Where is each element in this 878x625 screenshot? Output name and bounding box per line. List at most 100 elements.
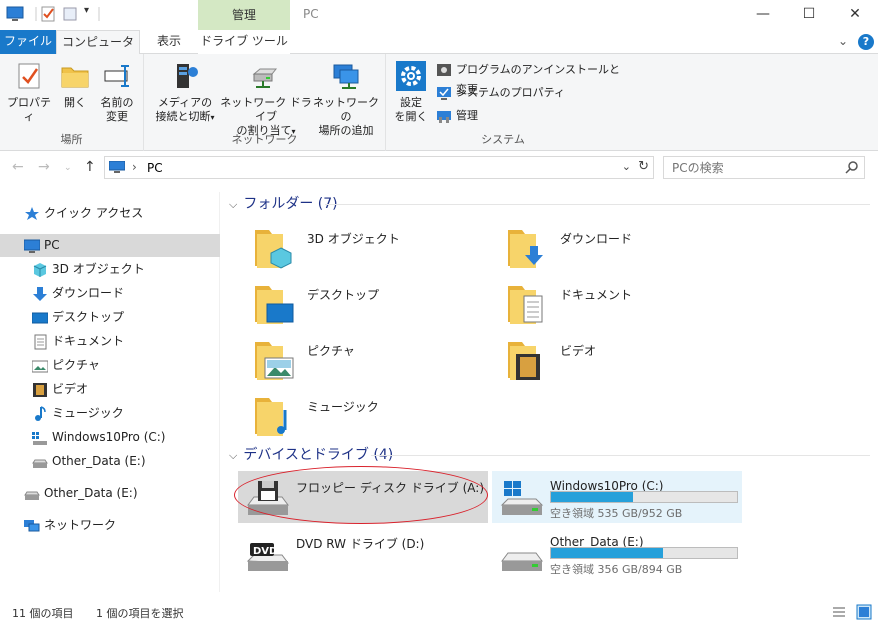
open-button[interactable]: 開く bbox=[56, 60, 94, 110]
drive-free-space: 空き領域 535 GB/952 GB bbox=[550, 507, 683, 520]
nav-pc[interactable]: PC bbox=[0, 234, 220, 257]
drive-dvd-rw-d[interactable]: DVD DVD RW ドライブ (D:) bbox=[238, 527, 488, 579]
nav-item-drive-c[interactable]: Windows10Pro (C:) bbox=[0, 426, 220, 449]
nav-quick-access[interactable]: クイック アクセス bbox=[0, 202, 220, 225]
folder-label: ドキュメント bbox=[560, 288, 633, 302]
media-server-icon bbox=[177, 64, 198, 88]
back-arrow-icon[interactable]: ← bbox=[12, 159, 24, 175]
nav-item-downloads[interactable]: ダウンロード bbox=[0, 282, 220, 305]
customize-qa-dropdown[interactable]: ▾ bbox=[84, 5, 89, 23]
picture-icon bbox=[32, 360, 48, 373]
separator-icon bbox=[98, 7, 100, 21]
download-arrow-icon bbox=[33, 287, 47, 301]
folder-3d-objects[interactable]: 3D オブジェクト bbox=[241, 222, 491, 274]
ribbon: プロパティ 開く 名前の 変更 場所 メディアの 接続と切断▾ ネットワーク ド… bbox=[0, 54, 878, 151]
uninstall-programs-button[interactable]: プログラムのアンインストールと変更 bbox=[436, 60, 620, 96]
close-button[interactable]: ✕ bbox=[832, 0, 878, 30]
folder-label: デスクトップ bbox=[307, 288, 380, 302]
manage-icon bbox=[437, 111, 451, 123]
recent-locations-chevron-icon[interactable]: ⌄ bbox=[64, 163, 72, 173]
map-network-drive-button[interactable]: ネットワーク ドライブ の割り当て▾ bbox=[220, 60, 312, 139]
add-network-location-button[interactable]: ネットワークの 場所の追加 bbox=[312, 60, 380, 138]
pc-icon[interactable] bbox=[6, 5, 24, 23]
tab-computer[interactable]: コンピューター bbox=[56, 30, 140, 72]
media-connect-button[interactable]: メディアの 接続と切断▾ bbox=[150, 60, 220, 125]
nav-network[interactable]: ネットワーク bbox=[0, 514, 220, 537]
collapse-ribbon-icon[interactable]: ⌄ bbox=[838, 34, 848, 48]
windows-drive-icon bbox=[32, 432, 47, 445]
devices-section-header[interactable]: ⌵ デバイスとドライブ (4) bbox=[229, 445, 393, 465]
folders-section-header[interactable]: ⌵ フォルダー (7) bbox=[229, 194, 338, 214]
folder-label: ミュージック bbox=[307, 400, 379, 414]
search-input[interactable] bbox=[672, 160, 842, 176]
nav-item-label: Other_Data (E:) bbox=[52, 454, 146, 468]
open-settings-button[interactable]: 設定 を開く bbox=[392, 60, 430, 124]
folder-music-icon bbox=[255, 398, 287, 436]
ribbon-tabs: ファイル コンピューター 表示 ドライブ ツール ⌄ ? bbox=[0, 30, 878, 82]
nav-other-data[interactable]: Other_Data (E:) bbox=[0, 482, 220, 505]
nav-quick-access-label: クイック アクセス bbox=[44, 206, 144, 220]
folder-videos[interactable]: ビデオ bbox=[494, 334, 744, 386]
status-bar: 11 個の項目 1 個の項目を選択 bbox=[0, 601, 878, 625]
network-drive-icon bbox=[252, 68, 278, 88]
nav-item-3d-objects[interactable]: 3D オブジェクト bbox=[0, 258, 220, 281]
properties-icon bbox=[18, 63, 40, 89]
nav-item-drive-e[interactable]: Other_Data (E:) bbox=[0, 450, 220, 473]
forward-arrow-icon[interactable]: → bbox=[38, 159, 50, 175]
breadcrumb-separator[interactable]: › bbox=[132, 160, 137, 174]
properties-qa-icon[interactable] bbox=[40, 5, 56, 23]
details-view-icon[interactable] bbox=[832, 605, 846, 619]
nav-item-desktop[interactable]: デスクトップ bbox=[0, 306, 220, 329]
maximize-button[interactable]: ☐ bbox=[786, 0, 832, 30]
tab-file[interactable]: ファイル bbox=[0, 30, 56, 54]
ribbon-group-system: 設定 を開く プログラムのアンインストールと変更 システムのプロパティ 管理 シ… bbox=[386, 54, 620, 151]
folder-downloads[interactable]: ダウンロード bbox=[494, 222, 744, 274]
rename-button[interactable]: 名前の 変更 bbox=[96, 60, 138, 124]
folder-label: ビデオ bbox=[560, 344, 597, 358]
search-box[interactable] bbox=[663, 156, 865, 179]
system-properties-button[interactable]: システムのプロパティ bbox=[436, 83, 565, 103]
minimize-button[interactable]: — bbox=[740, 0, 786, 30]
media-dropdown-icon: ▾ bbox=[210, 113, 215, 122]
uninstall-icon bbox=[437, 64, 451, 76]
drive-free-space: 空き領域 356 GB/894 GB bbox=[550, 563, 683, 576]
folder-desktop[interactable]: デスクトップ bbox=[241, 278, 491, 330]
help-icon[interactable]: ? bbox=[858, 34, 874, 50]
rename-label-1: 名前の bbox=[100, 96, 134, 109]
new-folder-qa-icon[interactable] bbox=[62, 5, 78, 23]
nav-item-videos[interactable]: ビデオ bbox=[0, 378, 220, 401]
folder-documents[interactable]: ドキュメント bbox=[494, 278, 744, 330]
dvd-badge: DVD bbox=[253, 546, 278, 557]
drive-usage-fill bbox=[551, 548, 663, 558]
properties-button[interactable]: プロパティ bbox=[4, 60, 54, 124]
cube-icon bbox=[33, 263, 47, 277]
chevron-down-icon[interactable]: ⌵ bbox=[229, 449, 237, 462]
status-selected-count: 1 個の項目を選択 bbox=[96, 607, 184, 620]
status-item-count: 11 個の項目 bbox=[12, 607, 74, 620]
address-bar[interactable]: › PC ⌄ ↻ bbox=[104, 156, 654, 179]
nav-item-pictures[interactable]: ピクチャ bbox=[0, 354, 220, 377]
folder-pictures[interactable]: ピクチャ bbox=[241, 334, 491, 386]
drive-windows10pro-c[interactable]: Windows10Pro (C:) 空き領域 535 GB/952 GB bbox=[492, 471, 742, 523]
nav-item-label: ミュージック bbox=[52, 406, 124, 420]
folder-label: ダウンロード bbox=[560, 232, 633, 246]
tab-view[interactable]: 表示 bbox=[140, 30, 198, 54]
up-arrow-icon[interactable]: ↑ bbox=[84, 159, 96, 175]
breadcrumb-pc[interactable]: PC bbox=[147, 161, 163, 175]
manage-button[interactable]: 管理 bbox=[436, 106, 478, 126]
folder-music[interactable]: ミュージック bbox=[241, 390, 491, 442]
title-bar: ▾ 管理 PC — ☐ ✕ bbox=[0, 0, 878, 30]
nav-item-documents[interactable]: ドキュメント bbox=[0, 330, 220, 353]
chevron-down-icon[interactable]: ⌵ bbox=[229, 198, 237, 211]
address-dropdown-icon[interactable]: ⌄ bbox=[622, 160, 631, 173]
sysprops-label: システムのプロパティ bbox=[456, 86, 566, 99]
refresh-icon[interactable]: ↻ bbox=[638, 159, 649, 174]
search-icon[interactable] bbox=[845, 161, 858, 174]
ribbon-group-location: プロパティ 開く 名前の 変更 場所 bbox=[0, 54, 144, 151]
drive-other-data-e[interactable]: Other_Data (E:) 空き領域 356 GB/894 GB bbox=[492, 527, 742, 579]
nav-item-label: デスクトップ bbox=[52, 310, 125, 324]
content-pane: ⌵ フォルダー (7) 3D オブジェクト ダウンロード デスクトップ ドキュメン… bbox=[221, 188, 878, 596]
nav-item-music[interactable]: ミュージック bbox=[0, 402, 220, 425]
window-title: PC bbox=[303, 7, 319, 21]
large-icons-view-icon[interactable] bbox=[856, 604, 872, 620]
